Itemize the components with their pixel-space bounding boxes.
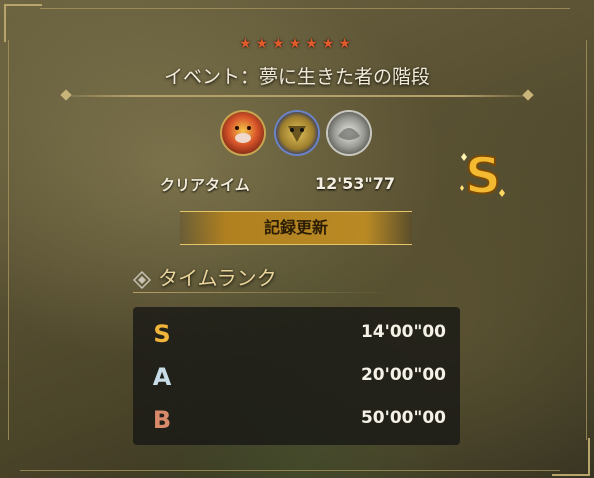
title-rule-right-ornament [522, 89, 534, 101]
frame-corner-bottom-right [552, 438, 590, 476]
time-rank-heading: タイムランク [158, 266, 277, 290]
red-monster-icon [222, 112, 264, 154]
achieved-rank-badge: S [458, 143, 508, 206]
time-rank-divider [133, 292, 393, 293]
gold-monster-icon [276, 112, 318, 154]
difficulty-stars: ★★★★★★★ [239, 36, 355, 52]
rank-row-s: S 14'00"00 [133, 313, 460, 353]
svg-text:A: A [153, 363, 172, 390]
frame-right-line [586, 40, 587, 440]
rank-a-icon: A [153, 363, 172, 390]
rank-s-icon: S [153, 320, 170, 347]
rank-b-time: 50'00"00 [360, 408, 446, 428]
time-rank-icon [132, 270, 152, 290]
svg-text:B: B [153, 406, 171, 433]
svg-text:S: S [153, 320, 170, 347]
rank-s-time: 14'00"00 [360, 322, 446, 342]
quest-title: イベント：夢に生きた者の階段 [163, 66, 430, 88]
record-update-label: 記録更新 [263, 218, 328, 237]
rank-row-b: B 50'00"00 [133, 399, 460, 439]
frame-left-line [8, 40, 9, 440]
frame-bottom-line [20, 470, 560, 471]
clear-time-label: クリアタイム [160, 176, 250, 194]
achieved-rank-letter: S [465, 147, 501, 203]
title-divider [62, 95, 532, 97]
silver-monster-icon [328, 112, 370, 154]
frame-top-line [40, 8, 570, 9]
clear-time-value: 12'53"77 [315, 174, 396, 193]
rank-b-icon: B [153, 406, 171, 433]
rank-row-a: A 20'00"00 [133, 356, 460, 396]
record-update-banner: 記録更新 [180, 211, 412, 245]
rank-a-time: 20'00"00 [360, 365, 446, 385]
time-rank-table: S 14'00"00 A 20'00"00 B 50'00"00 [133, 307, 460, 445]
